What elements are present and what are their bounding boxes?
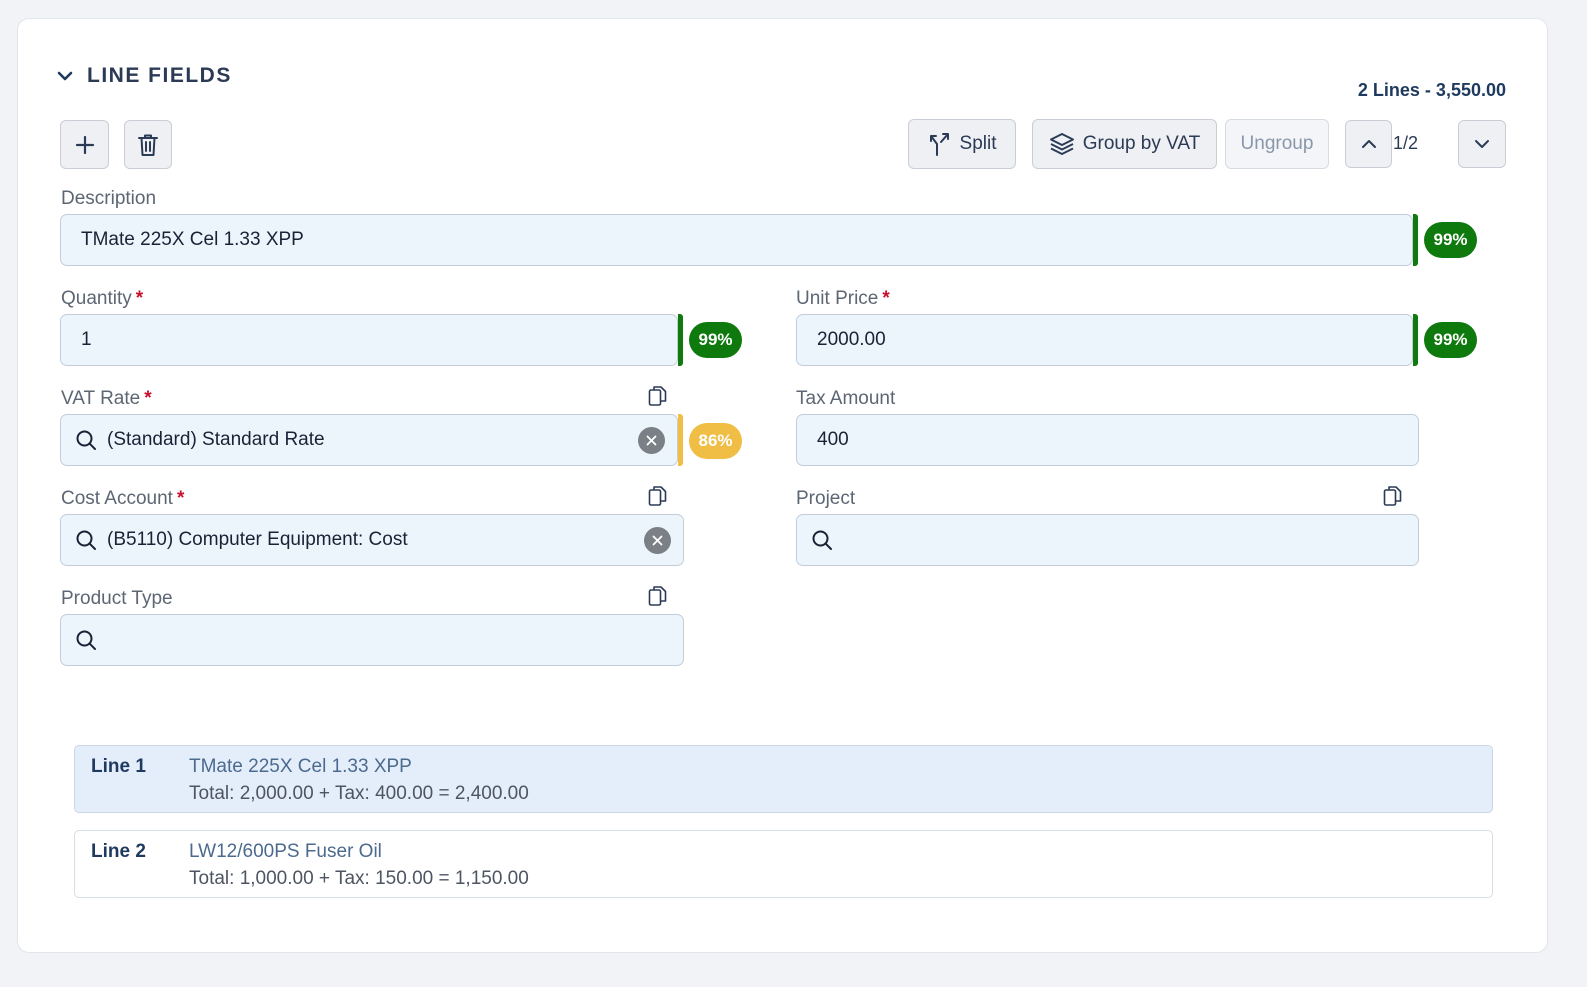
layers-icon bbox=[1049, 133, 1074, 155]
quantity-confidence-badge: 99% bbox=[689, 322, 742, 358]
clear-icon bbox=[646, 435, 657, 446]
copy-icon[interactable] bbox=[648, 585, 667, 607]
unit-price-label: Unit Price * bbox=[796, 288, 890, 309]
quantity-label: Quantity * bbox=[61, 288, 144, 309]
unit-price-field[interactable]: 2000.00 bbox=[796, 314, 1413, 366]
tax-amount-value: 400 bbox=[817, 429, 849, 450]
line-total: Total: 1,000.00 + Tax: 150.00 = 1,150.00 bbox=[189, 868, 529, 889]
ungroup-button[interactable]: Ungroup bbox=[1225, 119, 1329, 169]
chevron-down-icon bbox=[57, 71, 73, 81]
line-item-2[interactable]: Line 2 LW12/600PS Fuser Oil Total: 1,000… bbox=[74, 830, 1493, 898]
section-title: LINE FIELDS bbox=[87, 64, 232, 87]
vat-rate-confidence-bar bbox=[678, 414, 683, 466]
lines-summary: 2 Lines - 3,550.00 bbox=[1357, 80, 1506, 100]
description-label: Description bbox=[61, 188, 157, 209]
line-description: TMate 225X Cel 1.33 XPP bbox=[189, 756, 412, 777]
unit-price-value: 2000.00 bbox=[817, 329, 886, 350]
line-fields-toggle[interactable]: LINE FIELDS bbox=[57, 64, 232, 88]
delete-line-button[interactable] bbox=[124, 120, 172, 169]
copy-icon[interactable] bbox=[648, 485, 667, 507]
quantity-field[interactable]: 1 bbox=[60, 314, 678, 366]
project-field[interactable] bbox=[796, 514, 1419, 566]
search-icon bbox=[76, 630, 96, 650]
tax-amount-field[interactable]: 400 bbox=[796, 414, 1419, 466]
ungroup-label: Ungroup bbox=[1240, 133, 1314, 154]
description-field[interactable]: TMate 225X Cel 1.33 XPP bbox=[60, 214, 1413, 266]
chevron-up-icon bbox=[1361, 140, 1376, 148]
cost-account-clear-button[interactable] bbox=[644, 527, 671, 554]
cost-account-field[interactable]: (B5110) Computer Equipment: Cost bbox=[60, 514, 684, 566]
vat-rate-label: VAT Rate * bbox=[61, 388, 152, 409]
group-by-vat-label: Group by VAT bbox=[1082, 133, 1201, 154]
split-label: Split bbox=[959, 133, 997, 154]
plus-icon bbox=[75, 135, 94, 154]
product-type-field[interactable] bbox=[60, 614, 684, 666]
quantity-confidence-bar bbox=[678, 314, 683, 366]
quantity-value: 1 bbox=[81, 329, 92, 350]
line-name: Line 1 bbox=[91, 756, 146, 777]
split-icon bbox=[929, 133, 949, 156]
description-value: TMate 225X Cel 1.33 XPP bbox=[81, 229, 304, 250]
vat-rate-clear-button[interactable] bbox=[638, 427, 665, 454]
search-icon bbox=[812, 530, 832, 550]
line-item-1[interactable]: Line 1 TMate 225X Cel 1.33 XPP Total: 2,… bbox=[74, 745, 1493, 813]
line-pager: 1/2 bbox=[1393, 133, 1419, 153]
project-label: Project bbox=[796, 488, 856, 509]
unit-price-confidence-bar bbox=[1413, 314, 1418, 366]
line-name: Line 2 bbox=[91, 841, 146, 862]
product-type-label: Product Type bbox=[61, 588, 173, 609]
description-confidence-badge: 99% bbox=[1424, 222, 1477, 258]
unit-price-confidence-badge: 99% bbox=[1424, 322, 1477, 358]
vat-rate-value: (Standard) Standard Rate bbox=[107, 429, 325, 450]
split-button[interactable]: Split bbox=[908, 119, 1016, 169]
tax-amount-label: Tax Amount bbox=[796, 388, 896, 409]
group-by-vat-button[interactable]: Group by VAT bbox=[1032, 119, 1217, 169]
line-description: LW12/600PS Fuser Oil bbox=[189, 841, 382, 862]
trash-icon bbox=[138, 134, 158, 156]
line-total: Total: 2,000.00 + Tax: 400.00 = 2,400.00 bbox=[189, 783, 529, 804]
previous-line-button[interactable] bbox=[1345, 120, 1392, 168]
vat-rate-field[interactable]: (Standard) Standard Rate bbox=[60, 414, 678, 466]
clear-icon bbox=[652, 535, 663, 546]
chevron-down-icon bbox=[1475, 140, 1489, 148]
copy-icon[interactable] bbox=[1383, 485, 1402, 507]
search-icon bbox=[76, 530, 96, 550]
next-line-button[interactable] bbox=[1458, 120, 1506, 168]
description-confidence-bar bbox=[1413, 214, 1418, 266]
copy-icon[interactable] bbox=[648, 385, 667, 407]
vat-rate-confidence-badge: 86% bbox=[689, 423, 742, 459]
add-line-button[interactable] bbox=[60, 120, 109, 169]
cost-account-label: Cost Account * bbox=[61, 488, 185, 509]
search-icon bbox=[76, 430, 96, 450]
cost-account-value: (B5110) Computer Equipment: Cost bbox=[107, 529, 408, 550]
